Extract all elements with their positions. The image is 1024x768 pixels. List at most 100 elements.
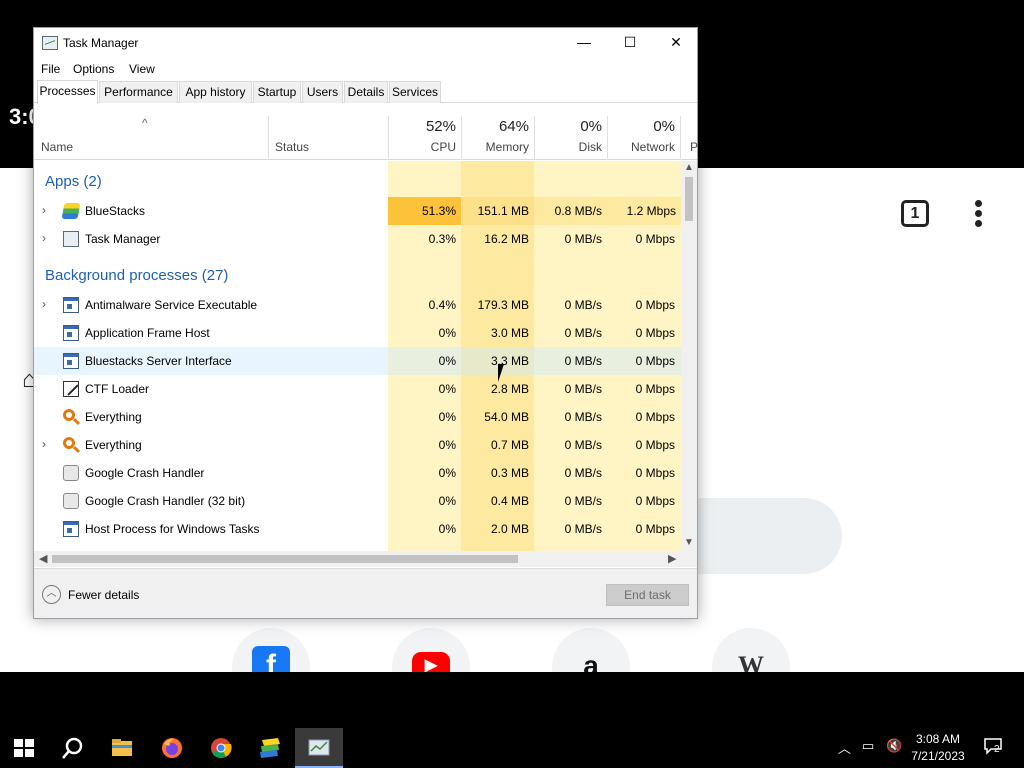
ctf-loader-icon: [63, 381, 79, 397]
vertical-scroll-thumb[interactable]: [685, 177, 693, 221]
end-task-button[interactable]: End task: [606, 584, 689, 606]
shortcut-wikipedia[interactable]: W: [712, 628, 790, 672]
scroll-left-icon[interactable]: ◀: [39, 552, 47, 565]
expand-chevron-icon[interactable]: ›: [42, 297, 46, 311]
maximize-button[interactable]: ☐: [607, 28, 653, 58]
process-network-value: 0 Mbps: [635, 326, 675, 340]
bluestacks-icon: [260, 738, 280, 758]
process-memory-value: 0.4 MB: [490, 494, 529, 508]
horizontal-scrollbar[interactable]: ◀ ▶: [34, 551, 697, 567]
taskbar-task-manager[interactable]: [295, 728, 343, 768]
process-disk-value: 0 MB/s: [564, 232, 602, 246]
expand-chevron-icon[interactable]: ›: [42, 203, 46, 217]
process-row[interactable]: › Everything 0% 0.7 MB 0 MB/s 0 Mbps: [34, 431, 681, 459]
chevron-up-icon[interactable]: ︿: [42, 585, 61, 604]
volume-muted-icon[interactable]: 🔇: [886, 738, 902, 754]
column-header-disk[interactable]: Disk: [535, 140, 602, 154]
shortcut-amazon[interactable]: a: [552, 628, 630, 672]
bluestacks-icon: [61, 203, 81, 219]
process-disk-value: 0.8 MB/s: [534, 197, 607, 225]
process-cpu-value: 51.3%: [388, 197, 461, 225]
close-button[interactable]: ✕: [653, 28, 699, 58]
window-title: Task Manager: [63, 36, 139, 50]
column-header-name[interactable]: Name: [41, 140, 73, 154]
taskbar-clock[interactable]: 3:08 AM 7/21/2023: [906, 731, 970, 765]
process-row[interactable]: › Antimalware Service Executable 0.4% 179.3…: [34, 291, 681, 319]
tab-startup[interactable]: Startup: [253, 81, 301, 103]
title-bar[interactable]: Task Manager — ☐ ✕: [34, 28, 697, 58]
process-row[interactable]: Application Frame Host 0% 3.0 MB 0 MB/s 0 Mb…: [34, 319, 681, 347]
process-row[interactable]: CTF Loader 0% 2.8 MB 0 MB/s 0 Mbps: [34, 375, 681, 403]
column-header-status[interactable]: Status: [275, 140, 309, 154]
tab-processes[interactable]: Processes: [37, 80, 98, 104]
process-name: Antimalware Service Executable: [85, 298, 258, 312]
process-cpu-value: 0%: [438, 354, 456, 368]
taskbar-chrome[interactable]: [197, 728, 245, 768]
taskbar-bluestacks[interactable]: [246, 728, 294, 768]
process-cpu-value: 0%: [438, 326, 456, 340]
chrome-icon: [211, 738, 232, 759]
everything-search-icon: [63, 409, 75, 421]
group-header-apps[interactable]: Apps (2): [45, 173, 102, 190]
menu-file[interactable]: File: [41, 62, 60, 76]
process-row[interactable]: Bluestacks Server Interface 0% 3.3 MB 0 MB/…: [34, 347, 681, 375]
tab-app-history[interactable]: App history: [179, 81, 252, 103]
taskbar-file-explorer[interactable]: [98, 728, 146, 768]
scroll-right-icon[interactable]: ▶: [668, 552, 676, 565]
column-header-cpu[interactable]: CPU: [389, 140, 456, 154]
column-header-network[interactable]: Network: [608, 140, 675, 154]
group-header-background[interactable]: Background processes (27): [45, 267, 228, 284]
task-manager-icon: [42, 36, 58, 50]
cpu-total-percent[interactable]: 52%: [389, 118, 456, 135]
horizontal-scroll-thumb[interactable]: [52, 555, 518, 563]
scroll-down-icon[interactable]: ▼: [684, 537, 694, 548]
tab-users[interactable]: Users: [302, 81, 343, 103]
vertical-scrollbar[interactable]: ▲ ▼: [681, 161, 697, 551]
google-crash-handler-icon: [63, 493, 79, 509]
tab-count-button[interactable]: 1: [901, 200, 929, 227]
tab-services[interactable]: Services: [389, 81, 441, 103]
notification-center-icon[interactable]: 2: [983, 736, 1003, 759]
process-disk-value: 0 MB/s: [564, 354, 602, 368]
menu-view[interactable]: View: [129, 62, 155, 76]
scroll-up-icon[interactable]: ▲: [684, 162, 694, 173]
process-row[interactable]: › BlueStacks 51.3% 151.1 MB 0.8 MB/s 1.2 Mbps: [34, 197, 681, 225]
taskbar-search-button[interactable]: [48, 728, 96, 768]
process-row[interactable]: Google Crash Handler (32 bit) 0% 0.4 MB 0 M…: [34, 487, 681, 515]
process-row[interactable]: Everything 0% 54.0 MB 0 MB/s 0 Mbps: [34, 403, 681, 431]
fewer-details-link[interactable]: Fewer details: [68, 588, 139, 602]
minimize-button[interactable]: —: [561, 28, 607, 58]
menu-options[interactable]: Options: [73, 62, 114, 76]
process-row[interactable]: Host Process for Windows Tasks 0% 2.0 MB 0 …: [34, 515, 681, 543]
process-row[interactable]: › Task Manager 0.3% 16.2 MB 0 MB/s 0 Mbps: [34, 225, 681, 253]
process-name: Application Frame Host: [85, 326, 210, 340]
footer-bar: ︿ Fewer details End task: [34, 568, 697, 618]
column-header-memory[interactable]: Memory: [462, 140, 529, 154]
network-icon[interactable]: ▭: [862, 738, 874, 754]
tab-details[interactable]: Details: [344, 81, 388, 103]
show-hidden-icons-icon[interactable]: ︿: [838, 738, 851, 757]
disk-total-percent[interactable]: 0%: [535, 118, 602, 135]
expand-chevron-icon[interactable]: ›: [42, 437, 46, 451]
expand-chevron-icon[interactable]: ›: [42, 231, 46, 245]
process-name: Bluestacks Server Interface: [85, 354, 232, 368]
process-cpu-value: 0.4%: [428, 298, 456, 312]
process-memory-value: 2.8 MB: [490, 382, 529, 396]
shortcut-facebook[interactable]: f: [232, 628, 310, 672]
process-row[interactable]: Google Crash Handler 0% 0.3 MB 0 MB/s 0 Mbps: [34, 459, 681, 487]
shortcut-youtube[interactable]: ▶: [392, 628, 470, 672]
process-network-value: 0 Mbps: [635, 354, 675, 368]
process-memory-value: 151.1 MB: [461, 197, 534, 225]
process-disk-value: 0 MB/s: [564, 522, 602, 536]
more-options-icon[interactable]: [975, 200, 983, 228]
menu-bar: File Options View: [34, 58, 697, 80]
network-total-percent[interactable]: 0%: [608, 118, 675, 135]
memory-total-percent[interactable]: 64%: [462, 118, 529, 135]
column-header-power-partial[interactable]: P: [690, 140, 698, 154]
taskbar-firefox[interactable]: [148, 728, 196, 768]
process-network-value: 0 Mbps: [635, 438, 675, 452]
start-button[interactable]: [0, 728, 48, 768]
process-disk-value: 0 MB/s: [564, 438, 602, 452]
tab-performance[interactable]: Performance: [99, 81, 178, 103]
process-memory-value: 0.3 MB: [490, 466, 529, 480]
